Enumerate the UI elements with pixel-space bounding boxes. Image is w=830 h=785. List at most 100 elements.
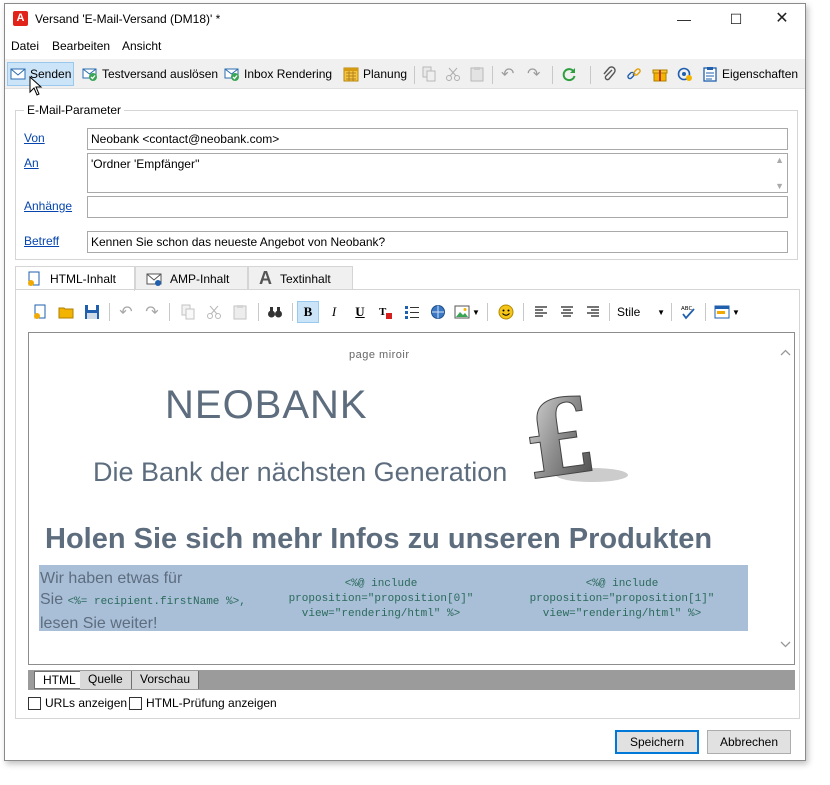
- attachments-label[interactable]: Anhänge: [24, 199, 72, 213]
- editor-paste-button[interactable]: [229, 301, 251, 323]
- toolbar-separator: [414, 66, 415, 84]
- tab-html-label: HTML-Inhalt: [50, 272, 117, 286]
- inbox-rendering-button[interactable]: Inbox Rendering: [222, 62, 334, 86]
- cut-button[interactable]: [443, 62, 463, 86]
- chevron-down-icon[interactable]: [780, 641, 791, 648]
- view-tab-preview[interactable]: Vorschau: [132, 671, 200, 689]
- subject-label[interactable]: Betreff: [24, 234, 59, 248]
- copy-icon: [181, 304, 195, 320]
- insert-block-button[interactable]: ▼: [711, 301, 743, 323]
- new-document-button[interactable]: [29, 301, 51, 323]
- toolbar-separator: [705, 303, 706, 321]
- align-left-button[interactable]: [530, 301, 552, 323]
- gift-icon: [652, 69, 668, 82]
- svg-text:T: T: [379, 306, 387, 318]
- view-tab-source[interactable]: Quelle: [80, 671, 132, 689]
- find-button[interactable]: [264, 301, 286, 323]
- editor-scrollbar[interactable]: [777, 333, 794, 664]
- text-color-button[interactable]: T: [375, 301, 397, 323]
- tab-html-content[interactable]: HTML-Inhalt: [15, 266, 135, 291]
- align-right-icon: [587, 306, 599, 317]
- html-editor[interactable]: page miroir NEOBANK £ Die Bank der nächs…: [28, 332, 795, 665]
- scroll-down-icon[interactable]: ▼: [775, 181, 784, 191]
- show-html-check-checkbox[interactable]: HTML-Prüfung anzeigen: [129, 696, 277, 710]
- paste-button[interactable]: [467, 62, 487, 86]
- show-urls-label: URLs anzeigen: [45, 696, 128, 710]
- to-field[interactable]: 'Ordner 'Empfänger'' ▲ ▼: [87, 153, 788, 193]
- personalization-button[interactable]: [675, 62, 695, 86]
- attachments-field[interactable]: [87, 196, 788, 218]
- spellcheck-icon: ABC: [681, 306, 695, 320]
- maximize-icon[interactable]: ☐: [713, 4, 759, 34]
- scissors-icon: [446, 67, 460, 81]
- undo-icon: ↶: [501, 66, 515, 83]
- emoji-button[interactable]: [495, 301, 517, 323]
- menu-ansicht[interactable]: Ansicht: [122, 39, 161, 53]
- bold-icon: B: [303, 304, 313, 319]
- paperclip-icon: [603, 66, 616, 81]
- app-logo-icon: A: [13, 11, 28, 26]
- subject-field[interactable]: Kennen Sie schon das neueste Angebot von…: [87, 231, 788, 253]
- align-center-icon: [561, 306, 573, 317]
- planning-button[interactable]: Planung: [341, 62, 409, 86]
- chevron-up-icon[interactable]: [780, 349, 791, 356]
- view-tab-html[interactable]: HTML: [34, 671, 85, 689]
- insert-link-button[interactable]: [427, 301, 449, 323]
- open-button[interactable]: [55, 301, 77, 323]
- attachment-button[interactable]: [599, 62, 619, 86]
- selected-content-block[interactable]: Wir haben etwas für Sie <%= recipient.fi…: [39, 565, 748, 632]
- link-button[interactable]: [624, 62, 644, 86]
- properties-label: Eigenschaften: [722, 67, 799, 81]
- redo-button[interactable]: ↷: [525, 62, 542, 86]
- bullet-list-button[interactable]: [401, 301, 423, 323]
- insert-image-button[interactable]: ▼: [451, 301, 483, 323]
- underline-button[interactable]: U: [349, 301, 371, 323]
- close-icon[interactable]: ✕: [759, 4, 805, 34]
- italic-button[interactable]: I: [323, 301, 345, 323]
- minimize-icon[interactable]: —: [661, 4, 707, 34]
- align-center-button[interactable]: [556, 301, 578, 323]
- image-icon: [454, 305, 470, 319]
- menu-bearbeiten[interactable]: Bearbeiten: [52, 39, 110, 53]
- editor-redo-button[interactable]: ↷: [141, 301, 163, 323]
- text-letter-icon: A: [259, 268, 272, 288]
- from-field[interactable]: Neobank <contact@neobank.com>: [87, 128, 788, 150]
- inbox-rendering-label: Inbox Rendering: [244, 67, 333, 81]
- editor-cut-button[interactable]: [203, 301, 225, 323]
- scroll-up-icon[interactable]: ▲: [775, 155, 784, 165]
- editor-undo-button[interactable]: ↶: [115, 301, 137, 323]
- toolbar-separator: [169, 303, 170, 321]
- style-select[interactable]: Stile ▼: [615, 301, 667, 323]
- from-label[interactable]: Von: [24, 131, 45, 145]
- menu-datei[interactable]: Datei: [11, 39, 39, 53]
- toolbar-separator: [258, 303, 259, 321]
- align-right-button[interactable]: [582, 301, 604, 323]
- save-button[interactable]: Speichern: [615, 730, 699, 754]
- main-toolbar: Senden Testversand auslösen Inbox Render…: [5, 59, 805, 89]
- checkbox-box: [28, 696, 41, 710]
- spellcheck-button[interactable]: ABC: [677, 301, 699, 323]
- to-label[interactable]: An: [24, 156, 39, 170]
- html-content-panel: ↶ ↷ B I U T ▼ Stile ▼ ABC ▼ page miroir …: [15, 289, 800, 719]
- chevron-down-icon: ▼: [472, 307, 480, 317]
- test-send-button[interactable]: Testversand auslösen: [80, 62, 220, 86]
- checkbox-box: [129, 696, 142, 710]
- show-html-check-label: HTML-Prüfung anzeigen: [146, 696, 277, 710]
- copy-button[interactable]: [419, 62, 439, 86]
- show-urls-checkbox[interactable]: URLs anzeigen: [28, 696, 127, 710]
- undo-button[interactable]: ↶: [499, 62, 516, 86]
- floppy-disk-icon: [85, 305, 99, 319]
- cancel-button[interactable]: Abbrechen: [707, 730, 791, 754]
- editor-copy-button[interactable]: [177, 301, 199, 323]
- tab-text-content[interactable]: A Textinhalt: [248, 266, 353, 290]
- mirror-page-link[interactable]: page miroir: [349, 349, 410, 361]
- bold-button[interactable]: B: [297, 301, 319, 323]
- offer-button[interactable]: [650, 62, 670, 86]
- save-doc-button[interactable]: [81, 301, 103, 323]
- toolbar-separator: [109, 303, 110, 321]
- tab-amp-content[interactable]: AMP-Inhalt: [135, 266, 248, 290]
- refresh-button[interactable]: [559, 62, 579, 86]
- properties-button[interactable]: Eigenschaften: [700, 62, 800, 86]
- pound-sign-image: £: [514, 375, 628, 493]
- code-line: view="rendering/html" %>: [542, 608, 702, 620]
